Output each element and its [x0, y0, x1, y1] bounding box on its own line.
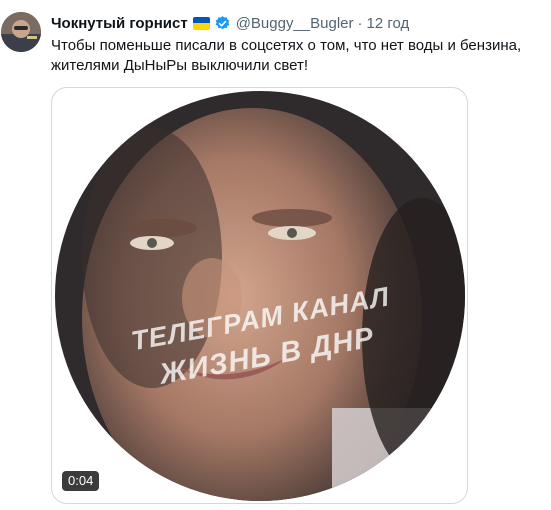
author-avatar[interactable]	[1, 12, 41, 52]
author-name[interactable]: Чокнутый горнист	[51, 15, 188, 32]
author-handle[interactable]: @Buggy__Bugler	[236, 15, 354, 32]
tweet-header: Чокнутый горнист @Buggy__Bugler · 12 год	[51, 13, 409, 33]
video-thumbnail: ТЕЛЕГРАМ КАНАЛ ЖИЗНЬ В ДНР	[55, 91, 465, 501]
separator-dot: ·	[357, 14, 363, 32]
tweet-timestamp[interactable]: 12 год	[367, 15, 410, 32]
video-media[interactable]: ТЕЛЕГРАМ КАНАЛ ЖИЗНЬ В ДНР 0:04	[51, 87, 468, 504]
tweet-text: Чтобы поменьше писали в соцсетях о том, …	[51, 37, 522, 74]
video-duration-badge: 0:04	[62, 471, 100, 491]
ukraine-flag-icon	[192, 16, 210, 30]
verified-badge-icon	[214, 15, 231, 32]
